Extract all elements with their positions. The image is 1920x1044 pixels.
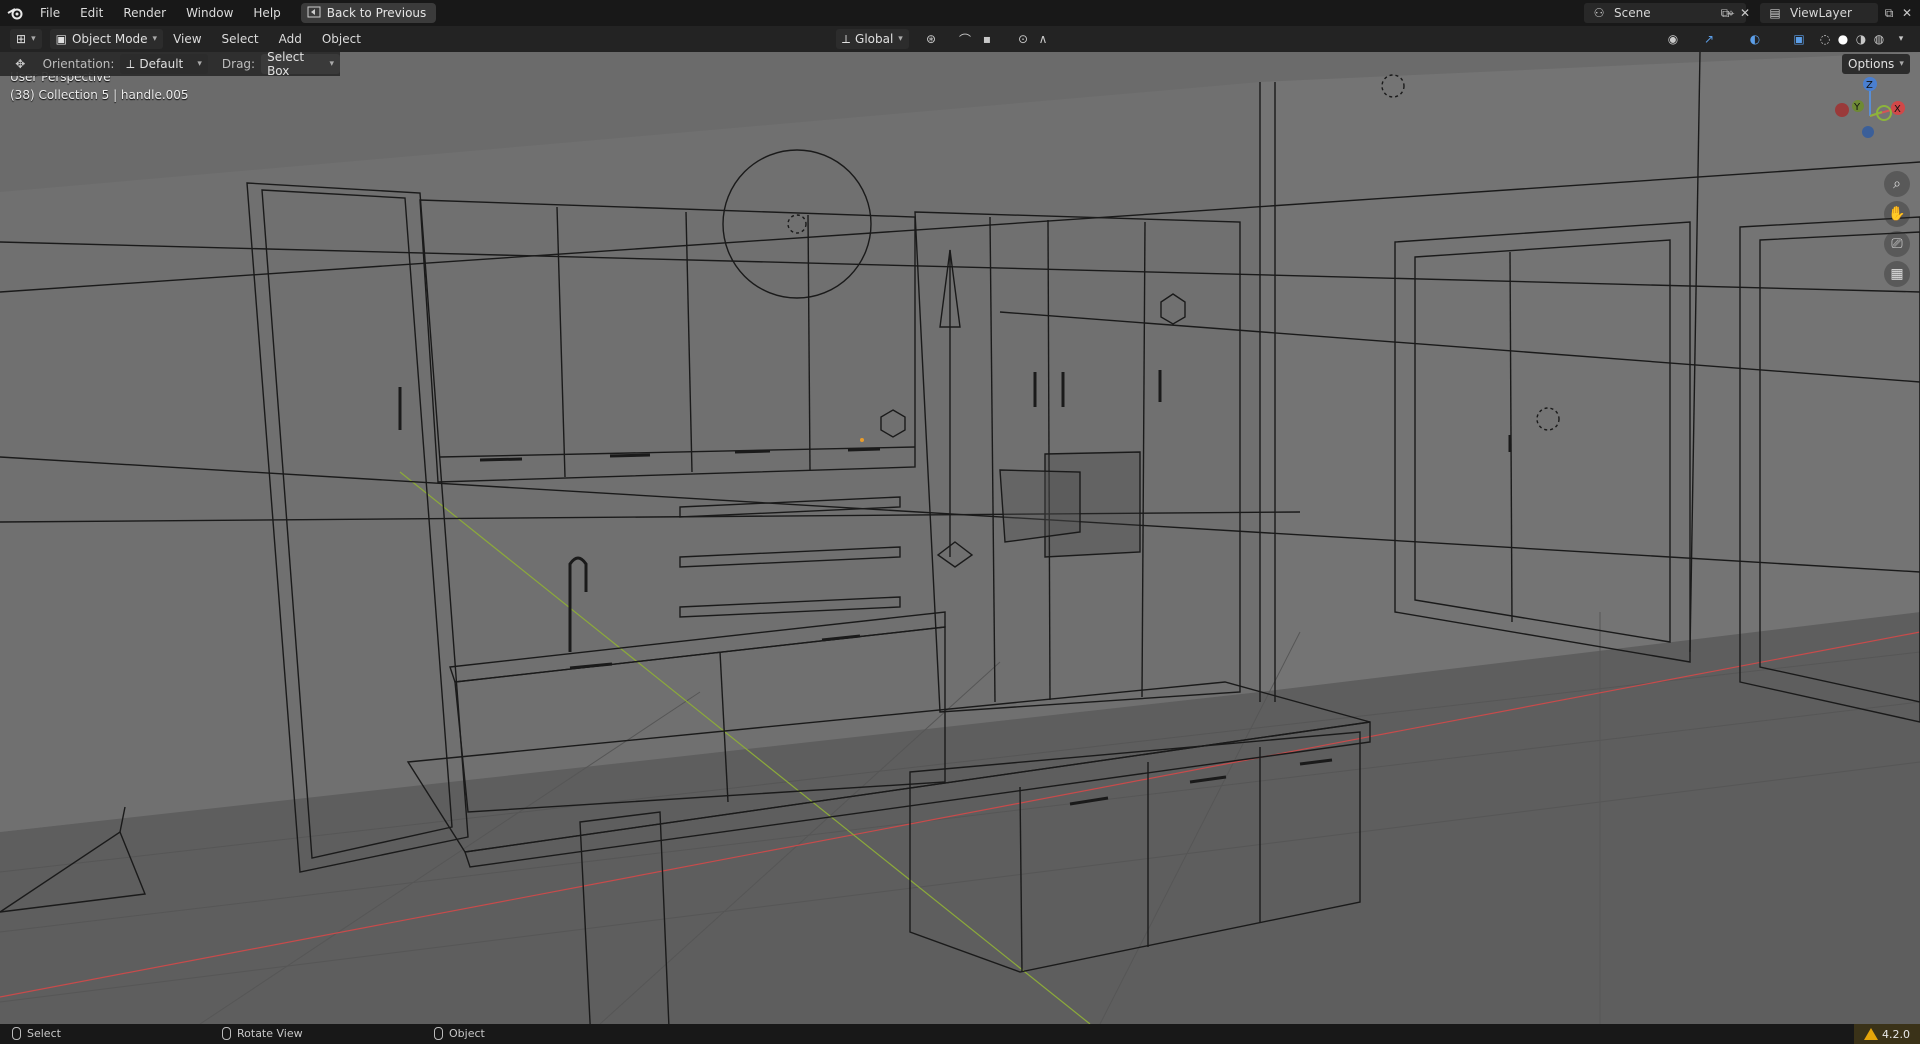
material-shading-icon[interactable]: ◑ xyxy=(1852,30,1870,48)
orientation-value: Default xyxy=(139,57,184,71)
copy-icon[interactable]: ⧉ xyxy=(1716,4,1734,22)
close-icon[interactable]: ✕ xyxy=(1736,4,1754,22)
menu-help[interactable]: Help xyxy=(243,0,290,26)
gizmo-y-label: Y xyxy=(1853,102,1861,113)
mouse-left-icon xyxy=(12,1027,21,1040)
status-select: Select xyxy=(12,1027,61,1040)
status-object: Object xyxy=(434,1027,485,1040)
options-label: Options xyxy=(1848,57,1895,71)
editor-type-icon: ⊞ xyxy=(16,32,27,46)
scene-icon: ⚇ xyxy=(1593,6,1605,20)
top-menu-bar: File Edit Render Window Help Back to Pre… xyxy=(0,0,1920,26)
back-to-previous-label: Back to Previous xyxy=(326,6,427,20)
visibility-icon[interactable]: ◉ xyxy=(1664,30,1682,48)
3d-viewport[interactable]: User Perspective (38) Collection 5 | han… xyxy=(0,52,1920,1024)
version-indicator[interactable]: 4.2.0 xyxy=(1854,1024,1920,1044)
snap-target-icon[interactable]: ▪ xyxy=(978,30,996,48)
menu-window[interactable]: Window xyxy=(176,0,243,26)
mouse-middle-icon xyxy=(222,1027,231,1040)
warning-icon xyxy=(1864,1028,1878,1040)
viewport-header: ⊞ ▾ ▣ Object Mode ▾ View Select Add Objec… xyxy=(0,26,1920,52)
object-mode-icon: ▣ xyxy=(55,32,67,46)
close-icon[interactable]: ✕ xyxy=(1898,4,1916,22)
gizmo-x-label: X xyxy=(1894,104,1901,115)
gizmo-z-label: Z xyxy=(1866,80,1873,91)
menu-object[interactable]: Object xyxy=(312,26,371,52)
mode-label: Object Mode xyxy=(71,32,148,46)
orientation-selector[interactable]: ⟂ Default ▾ xyxy=(120,54,208,74)
zoom-icon[interactable]: ⌕ xyxy=(1884,171,1910,197)
shading-dropdown-icon[interactable]: ▾ xyxy=(1892,30,1910,48)
move-tool-icon[interactable]: ✥ xyxy=(12,55,29,73)
status-object-label: Object xyxy=(449,1027,485,1040)
gizmo-icon[interactable]: ↗ xyxy=(1700,30,1718,48)
menu-edit[interactable]: Edit xyxy=(70,0,113,26)
status-rotate: Rotate View xyxy=(222,1027,303,1040)
back-to-previous-button[interactable]: Back to Previous xyxy=(300,3,437,23)
drag-selector[interactable]: Select Box ▾ xyxy=(261,50,340,78)
orientation-label: Orientation: xyxy=(42,57,115,71)
navigation-gizmo[interactable]: Z X Y xyxy=(1830,76,1910,156)
pivot-icon[interactable]: ⊛ xyxy=(922,30,940,48)
back-icon xyxy=(307,6,321,21)
camera-icon[interactable]: ⎚ xyxy=(1884,231,1910,257)
mouse-right-icon xyxy=(434,1027,443,1040)
falloff-icon[interactable]: ∧ xyxy=(1034,30,1052,48)
view-layer-icon: ▤ xyxy=(1769,6,1781,20)
drag-label: Drag: xyxy=(221,57,256,71)
editor-type-button[interactable]: ⊞ ▾ xyxy=(10,29,42,49)
menu-view[interactable]: View xyxy=(163,26,211,52)
menu-render[interactable]: Render xyxy=(113,0,176,26)
view-layer-selector[interactable]: ▤ ViewLayer xyxy=(1760,3,1878,23)
menu-file[interactable]: File xyxy=(30,0,70,26)
rendered-shading-icon[interactable]: ◍ xyxy=(1870,30,1888,48)
snap-icon[interactable]: ⌒ xyxy=(956,30,974,48)
blender-logo-icon[interactable] xyxy=(0,0,30,26)
view-layer-name: ViewLayer xyxy=(1790,6,1852,20)
proportional-icon[interactable]: ⊙ xyxy=(1014,30,1032,48)
transform-orientation-selector[interactable]: ⟂ Global ▾ xyxy=(836,29,909,49)
status-rotate-label: Rotate View xyxy=(237,1027,303,1040)
ortho-icon[interactable]: ▦ xyxy=(1884,261,1910,287)
options-button[interactable]: Options ▾ xyxy=(1842,54,1910,74)
version-label: 4.2.0 xyxy=(1882,1027,1910,1041)
global-icon: ⟂ xyxy=(842,31,851,46)
status-bar: Select Rotate View Object 4.2.0 xyxy=(0,1024,1920,1044)
active-object-label: (38) Collection 5 | handle.005 xyxy=(10,88,189,102)
overlay-icon[interactable]: ◐ xyxy=(1746,30,1764,48)
viewport-scene xyxy=(0,52,1920,1024)
menu-add[interactable]: Add xyxy=(269,26,312,52)
drag-value: Select Box xyxy=(267,50,305,78)
status-select-label: Select xyxy=(27,1027,61,1040)
scene-name: Scene xyxy=(1614,6,1651,20)
mode-selector[interactable]: ▣ Object Mode ▾ xyxy=(49,29,164,49)
orientation-icon: ⟂ xyxy=(126,56,135,71)
tool-settings-bar: ✥ Orientation: ⟂ Default ▾ Drag: Select … xyxy=(0,50,340,78)
menu-select[interactable]: Select xyxy=(212,26,269,52)
wireframe-shading-icon[interactable]: ◌ xyxy=(1816,30,1834,48)
copy-icon[interactable]: ⧉ xyxy=(1880,4,1898,22)
xray-icon[interactable]: ▣ xyxy=(1790,30,1808,48)
transform-orientation-label: Global xyxy=(855,32,894,46)
pan-icon[interactable]: ✋ xyxy=(1884,201,1910,227)
solid-shading-icon[interactable]: ● xyxy=(1834,30,1852,48)
